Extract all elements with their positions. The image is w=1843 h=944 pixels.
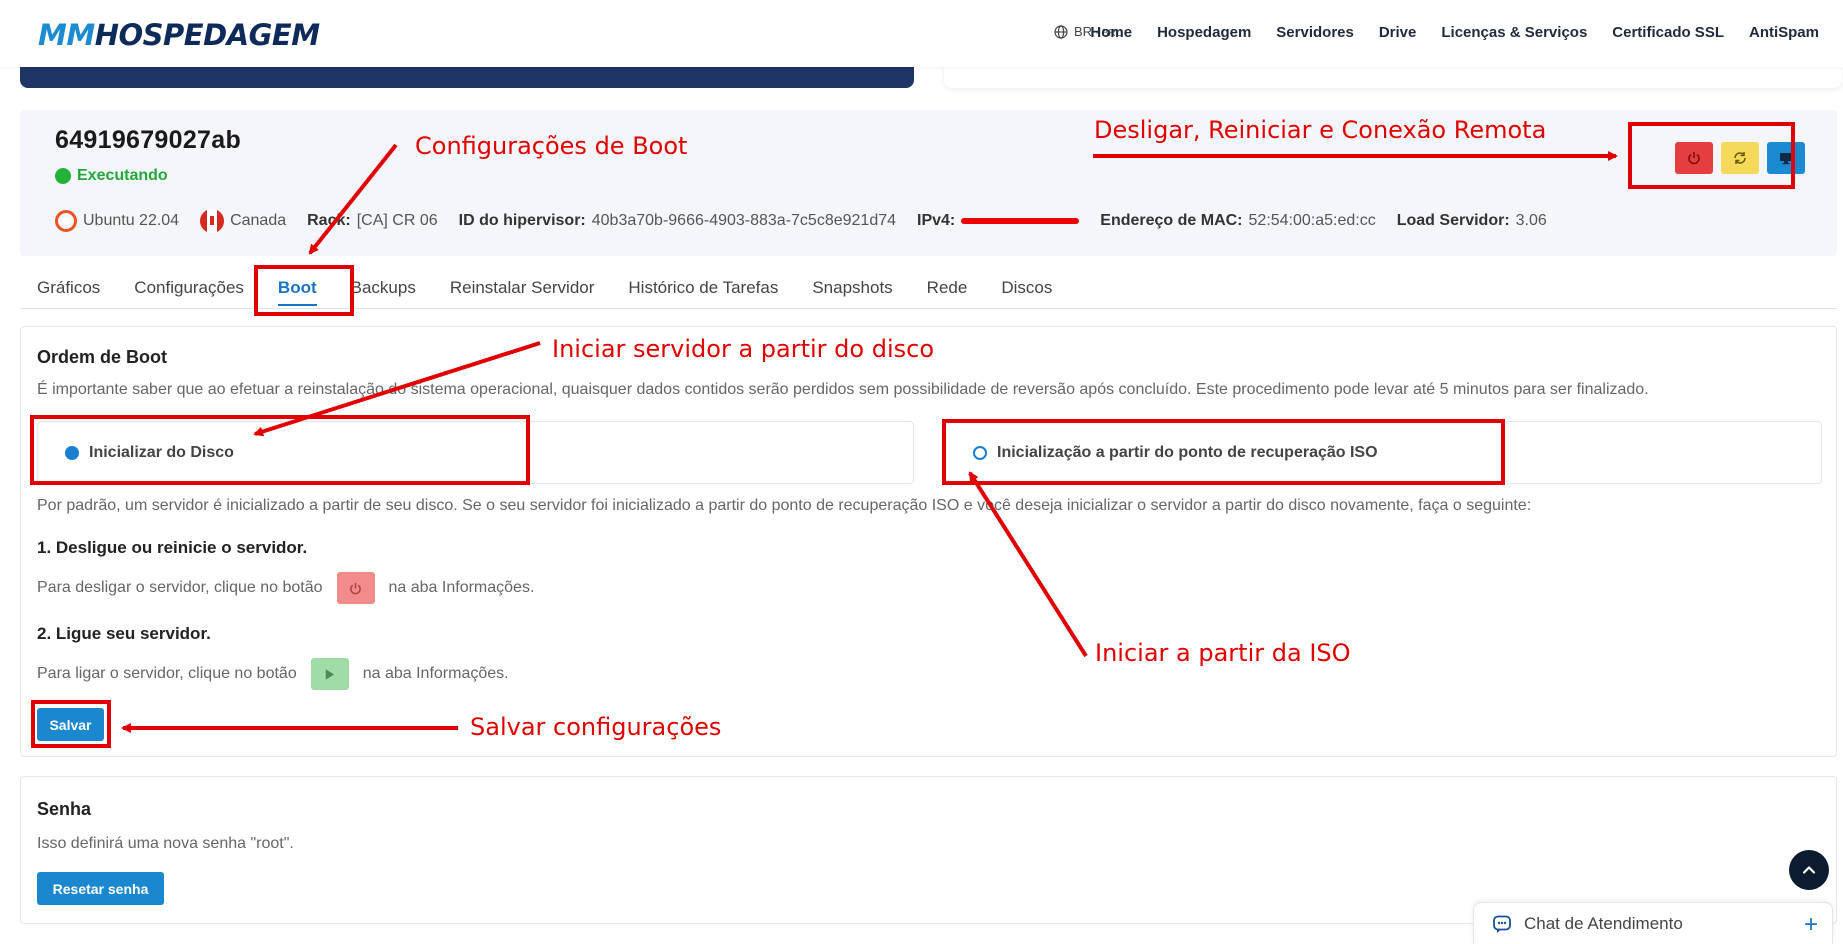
annotation-boot-config: Configurações de Boot — [415, 132, 688, 160]
tab-discos[interactable]: Discos — [984, 268, 1069, 308]
mac-value: 52:54:00:a5:ed:cc — [1248, 212, 1376, 229]
load-value: 3.06 — [1515, 212, 1547, 229]
boot-description: É importante saber que ao efetuar a rein… — [37, 381, 1649, 398]
nav-home[interactable]: Home — [1090, 24, 1132, 41]
power-off-example — [336, 572, 375, 604]
annotation-box-iso-option — [942, 419, 1505, 485]
logo-text: HOSPEDAGEM — [94, 18, 320, 52]
rack-info: Rack: [CA] CR 06 — [307, 212, 438, 230]
reset-password-button[interactable]: Resetar senha — [37, 872, 164, 905]
password-description: Isso definirá uma nova senha "root". — [37, 835, 294, 852]
server-info-card: 64919679027ab Executando Ubuntu 22.04 Ca… — [20, 110, 1837, 256]
page: MMHOSPEDAGEM BR - BRL Home Hospedagem Se… — [0, 0, 1843, 944]
mac-label: Endereço de MAC: — [1100, 212, 1243, 229]
hypervisor-label: ID do hipervisor: — [458, 212, 586, 229]
site-header: MMHOSPEDAGEM BR - BRL Home Hospedagem Se… — [0, 0, 1843, 67]
logo-mm: MM — [38, 18, 95, 52]
annotation-start-iso: Iniciar a partir da ISO — [1095, 639, 1351, 667]
power-icon — [350, 582, 361, 594]
boot-order-card: Ordem de Boot É importante saber que ao … — [20, 326, 1837, 757]
server-status: Executando — [55, 167, 168, 185]
hypervisor-info: ID do hipervisor: 40b3a70b-9666-4903-883a… — [459, 212, 896, 230]
status-dot-icon — [55, 168, 71, 184]
tab-reinstalar[interactable]: Reinstalar Servidor — [433, 268, 612, 308]
power-on-example — [310, 658, 349, 690]
annotation-box-power-actions — [1628, 122, 1795, 189]
nav-ssl[interactable]: Certificado SSL — [1612, 24, 1724, 41]
step2-before: Para ligar o servidor, clique no botão — [37, 665, 297, 682]
server-meta: Ubuntu 22.04 Canada Rack: [CA] CR 06 ID d… — [55, 209, 1547, 233]
step1-text: Para desligar o servidor, clique no botã… — [37, 572, 534, 604]
play-icon — [326, 668, 335, 680]
chat-widget[interactable]: Chat de Atendimento + — [1473, 902, 1833, 944]
nav-servidores[interactable]: Servidores — [1276, 24, 1354, 41]
main-nav: Home Hospedagem Servidores Drive Licença… — [1090, 24, 1819, 41]
chat-label: Chat de Atendimento — [1524, 914, 1683, 933]
password-title: Senha — [37, 799, 92, 819]
server-id: 64919679027ab — [55, 126, 242, 154]
chat-expand-icon[interactable]: + — [1804, 911, 1818, 939]
tab-configuracoes[interactable]: Configurações — [117, 268, 261, 308]
os-name: Ubuntu 22.04 — [83, 212, 180, 229]
ipv4-redacted — [961, 218, 1080, 224]
mac-info: Endereço de MAC: 52:54:00:a5:ed:cc — [1100, 212, 1375, 230]
globe-icon — [1054, 24, 1068, 39]
annotation-box-boot-tab — [254, 265, 354, 316]
boot-default-text: Por padrão, um servidor é inicializado a… — [37, 497, 1532, 514]
step2-after: na aba Informações. — [362, 665, 509, 682]
tab-graficos[interactable]: Gráficos — [20, 268, 117, 308]
nav-antispam[interactable]: AntiSpam — [1749, 24, 1819, 41]
step1-title: 1. Desligue ou reinicie o servidor. — [37, 538, 308, 557]
rack-label: Rack: — [307, 212, 351, 229]
boot-title: Ordem de Boot — [37, 347, 168, 367]
ipv4-label: IPv4: — [917, 212, 956, 229]
step2-text: Para ligar o servidor, clique no botão n… — [37, 658, 509, 690]
nav-hospedagem[interactable]: Hospedagem — [1157, 24, 1251, 41]
tab-snapshots[interactable]: Snapshots — [795, 268, 909, 308]
annotation-power-actions: Desligar, Reiniciar e Conexão Remota — [1094, 116, 1547, 144]
scroll-to-top-button[interactable] — [1789, 850, 1829, 890]
canada-flag-icon — [200, 209, 225, 233]
logo[interactable]: MMHOSPEDAGEM — [38, 18, 320, 52]
tab-rede[interactable]: Rede — [910, 268, 985, 308]
status-text: Executando — [77, 167, 168, 184]
load-info: Load Servidor: 3.06 — [1397, 212, 1547, 230]
nav-drive[interactable]: Drive — [1379, 24, 1417, 41]
hypervisor-value: 40b3a70b-9666-4903-883a-7c5c8e921d74 — [591, 212, 897, 229]
rack-value: [CA] CR 06 — [356, 212, 438, 229]
annotation-start-disk: Iniciar servidor a partir do disco — [552, 335, 934, 363]
country-info: Canada — [200, 209, 286, 233]
lang-code: BR — [1074, 24, 1093, 39]
step1-after: na aba Informações. — [388, 579, 535, 596]
nav-licencas[interactable]: Licenças & Serviços — [1441, 24, 1587, 41]
step2-title: 2. Ligue seu servidor. — [37, 624, 211, 643]
chevron-up-icon — [1802, 866, 1816, 874]
chat-icon — [1493, 915, 1511, 933]
ubuntu-icon — [55, 210, 77, 232]
annotation-box-save — [31, 700, 111, 748]
load-label: Load Servidor: — [1396, 212, 1510, 229]
step1-before: Para desligar o servidor, clique no botã… — [37, 579, 323, 596]
annotation-box-disk-option — [30, 415, 530, 485]
ipv4-info: IPv4: — [917, 212, 1080, 230]
os-info: Ubuntu 22.04 — [55, 210, 179, 232]
annotation-save-config: Salvar configurações — [470, 713, 722, 741]
country-name: Canada — [230, 212, 287, 229]
tab-historico[interactable]: Histórico de Tarefas — [611, 268, 795, 308]
